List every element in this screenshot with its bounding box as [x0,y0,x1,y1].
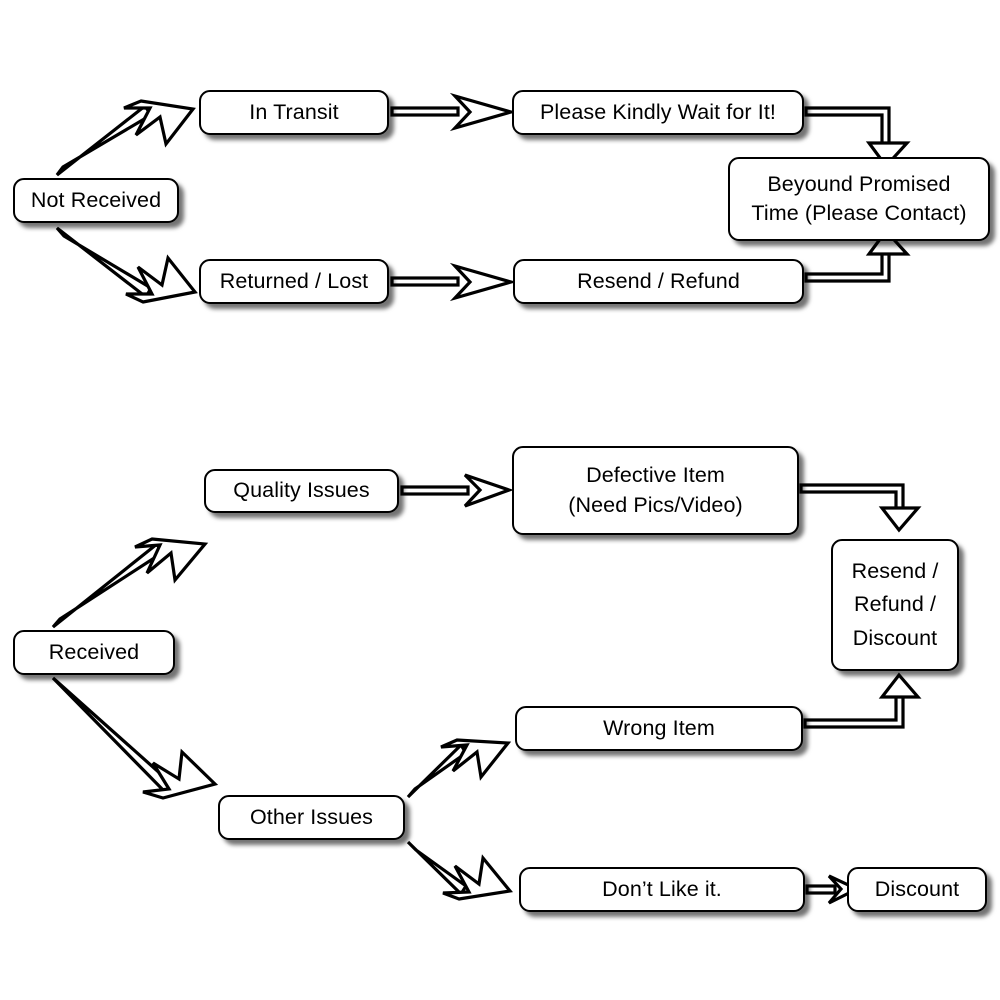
edge-received-to-quality-issues [51,537,209,629]
node-resend-refund[interactable]: Resend / Refund [513,259,804,304]
node-in-transit[interactable]: In Transit [199,90,389,135]
edge-in-transit-to-please-wait [390,92,517,132]
node-label: In Transit [249,99,339,124]
node-label: Received [48,639,140,664]
node-received[interactable]: Received [13,630,175,675]
node-label: Resend / Refund [577,268,740,293]
flowchart-connectors [51,92,922,905]
edge-other-issues-to-wrong-item [406,738,512,799]
node-label: Returned / Lost [219,268,369,293]
node-label: Quality Issues [233,478,370,503]
edge-wrong-item-to-resend-refund-discount [803,672,922,729]
flowchart-canvas: Not Received In Transit Please Kindly Wa… [0,0,1000,1000]
node-label-line-2: (Need Pics/Video) [568,492,743,517]
node-returned-lost[interactable]: Returned / Lost [199,259,389,304]
node-label: Don’t Like it. [602,876,722,901]
node-discount[interactable]: Discount [847,867,987,912]
node-quality-issues[interactable]: Quality Issues [204,469,399,513]
node-dont-like-it[interactable]: Don’t Like it. [519,867,805,912]
node-beyond-promised-time[interactable]: Beyound Promised Time (Please Contact) [728,157,990,241]
node-please-kindly-wait[interactable]: Please Kindly Wait for It! [512,90,804,135]
node-label-line-1: Defective Item [586,463,725,487]
edge-received-to-other-issues [51,676,219,800]
node-label-line-2: Refund / [853,592,937,617]
edge-not-received-to-in-transit [55,99,196,177]
edge-defective-item-to-resend-refund-discount [799,483,922,533]
edge-returned-lost-to-resend-refund [390,262,517,302]
node-label: Wrong Item [603,715,715,740]
node-defective-item[interactable]: Defective Item (Need Pics/Video) [512,446,799,535]
node-resend-refund-discount[interactable]: Resend / Refund / Discount [831,539,959,671]
node-label-line-1: Beyound Promised [767,171,951,196]
node-wrong-item[interactable]: Wrong Item [515,706,803,751]
node-label: Discount [874,876,960,901]
node-label: Other Issues [249,804,374,829]
node-label-line-2: Time (Please Contact) [751,201,967,225]
node-label: Not Received [30,187,162,212]
edge-not-received-to-returned-lost [55,226,198,304]
node-label-line-1: Resend / [851,558,939,583]
node-label: Please Kindly Wait for It! [539,99,776,124]
edge-other-issues-to-dont-like [406,840,514,901]
node-label-line-3: Discount [852,625,938,650]
node-other-issues[interactable]: Other Issues [218,795,405,840]
edge-quality-issues-to-defective-item [400,473,514,508]
node-not-received[interactable]: Not Received [13,178,179,223]
